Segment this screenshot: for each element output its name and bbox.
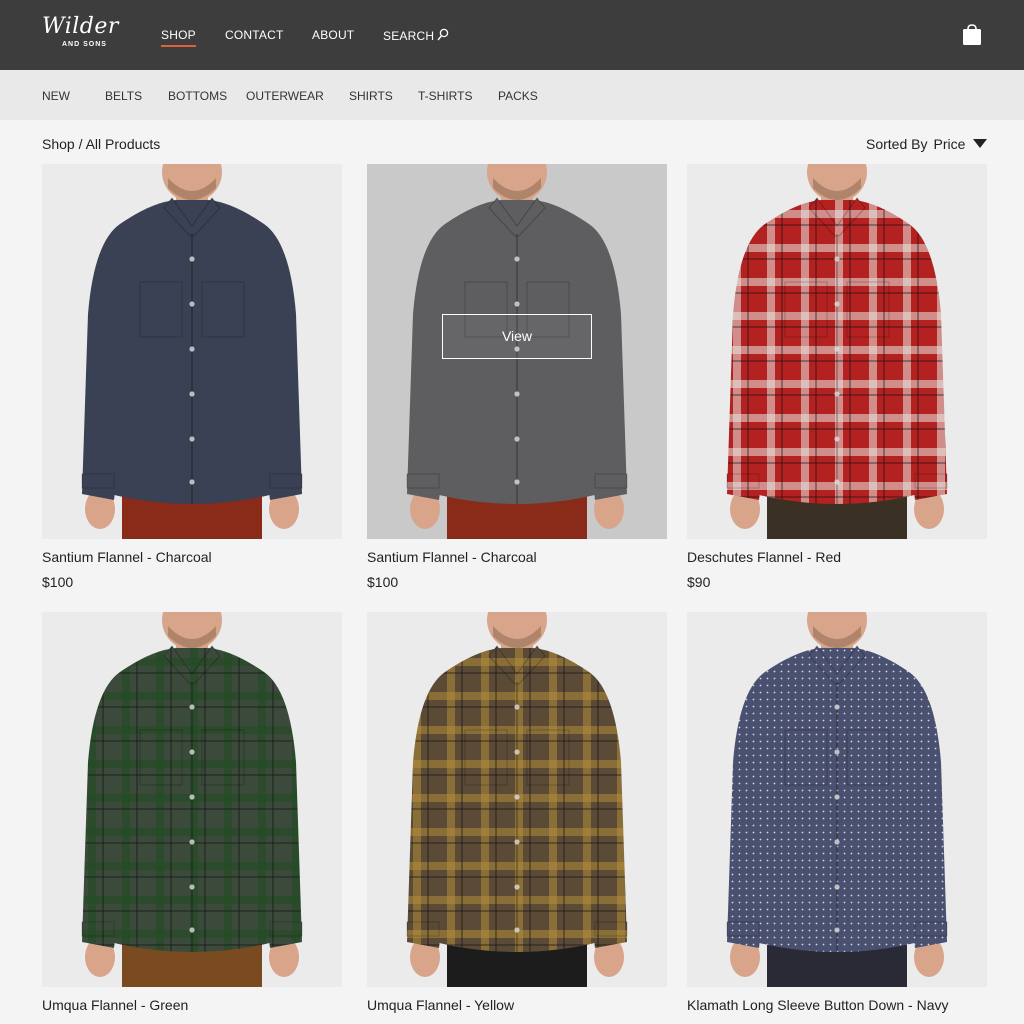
sort-dropdown[interactable]: Sorted By Price <box>866 136 988 152</box>
product-image[interactable] <box>687 612 987 987</box>
category-bottoms[interactable]: BOTTOMS <box>168 89 227 103</box>
category-new[interactable]: NEW <box>42 89 70 103</box>
shirt-illustration <box>81 164 303 539</box>
category-outerwear[interactable]: OUTERWEAR <box>246 89 324 103</box>
logo-subtitle: AND SONS <box>62 41 107 48</box>
breadcrumb[interactable]: Shop / All Products <box>42 136 160 152</box>
product-card[interactable]: Deschutes Flannel - Red $90 <box>687 164 987 590</box>
category-t-shirts[interactable]: T-SHIRTS <box>418 89 472 103</box>
shirt-illustration <box>726 164 948 539</box>
product-price: $100 <box>367 574 399 590</box>
product-name[interactable]: Santium Flannel - Charcoal <box>367 549 537 565</box>
view-button[interactable]: View <box>442 314 592 359</box>
shirt-illustration <box>81 612 303 987</box>
nav-shop[interactable]: SHOP <box>161 28 196 47</box>
category-packs[interactable]: PACKS <box>498 89 538 103</box>
shopping-bag-icon[interactable] <box>962 24 982 46</box>
product-price: $100 <box>42 574 74 590</box>
product-image[interactable] <box>42 612 342 987</box>
product-price: $90 <box>687 574 711 590</box>
logo-script: Wilder <box>42 14 119 39</box>
product-name[interactable]: Umqua Flannel - Yellow <box>367 997 514 1013</box>
brand-logo[interactable]: Wilder AND SONS <box>42 14 126 54</box>
caret-down-icon <box>973 139 988 148</box>
product-card[interactable]: Umqua Flannel - Green <box>42 612 342 1013</box>
product-card[interactable]: Klamath Long Sleeve Button Down - Navy <box>687 612 987 1013</box>
product-name[interactable]: Klamath Long Sleeve Button Down - Navy <box>687 997 948 1013</box>
nav-search-label: SEARCH <box>383 29 435 43</box>
search-icon <box>437 28 449 41</box>
category-bar: NEW BELTS BOTTOMS OUTERWEAR SHIRTS T-SHI… <box>0 70 1024 120</box>
nav-about[interactable]: ABOUT <box>312 28 354 42</box>
product-name[interactable]: Santium Flannel - Charcoal <box>42 549 212 565</box>
top-navigation-bar: Wilder AND SONS SHOP CONTACT ABOUT SEARC… <box>0 0 1024 70</box>
product-image[interactable] <box>42 164 342 539</box>
sort-label: Sorted By <box>866 136 928 152</box>
shirt-illustration <box>726 612 948 987</box>
product-image[interactable]: View <box>367 164 667 539</box>
product-name[interactable]: Umqua Flannel - Green <box>42 997 188 1013</box>
nav-search[interactable]: SEARCH <box>383 28 449 43</box>
category-belts[interactable]: BELTS <box>105 89 142 103</box>
product-image[interactable] <box>687 164 987 539</box>
product-card[interactable]: Umqua Flannel - Yellow <box>367 612 667 1013</box>
product-image[interactable] <box>367 612 667 987</box>
product-card[interactable]: View Santium Flannel - Charcoal $100 <box>367 164 667 590</box>
sort-value: Price <box>933 136 966 152</box>
shirt-illustration <box>406 612 628 987</box>
category-shirts[interactable]: SHIRTS <box>349 89 393 103</box>
product-card[interactable]: Santium Flannel - Charcoal $100 <box>42 164 342 590</box>
product-name[interactable]: Deschutes Flannel - Red <box>687 549 841 565</box>
nav-contact[interactable]: CONTACT <box>225 28 284 42</box>
